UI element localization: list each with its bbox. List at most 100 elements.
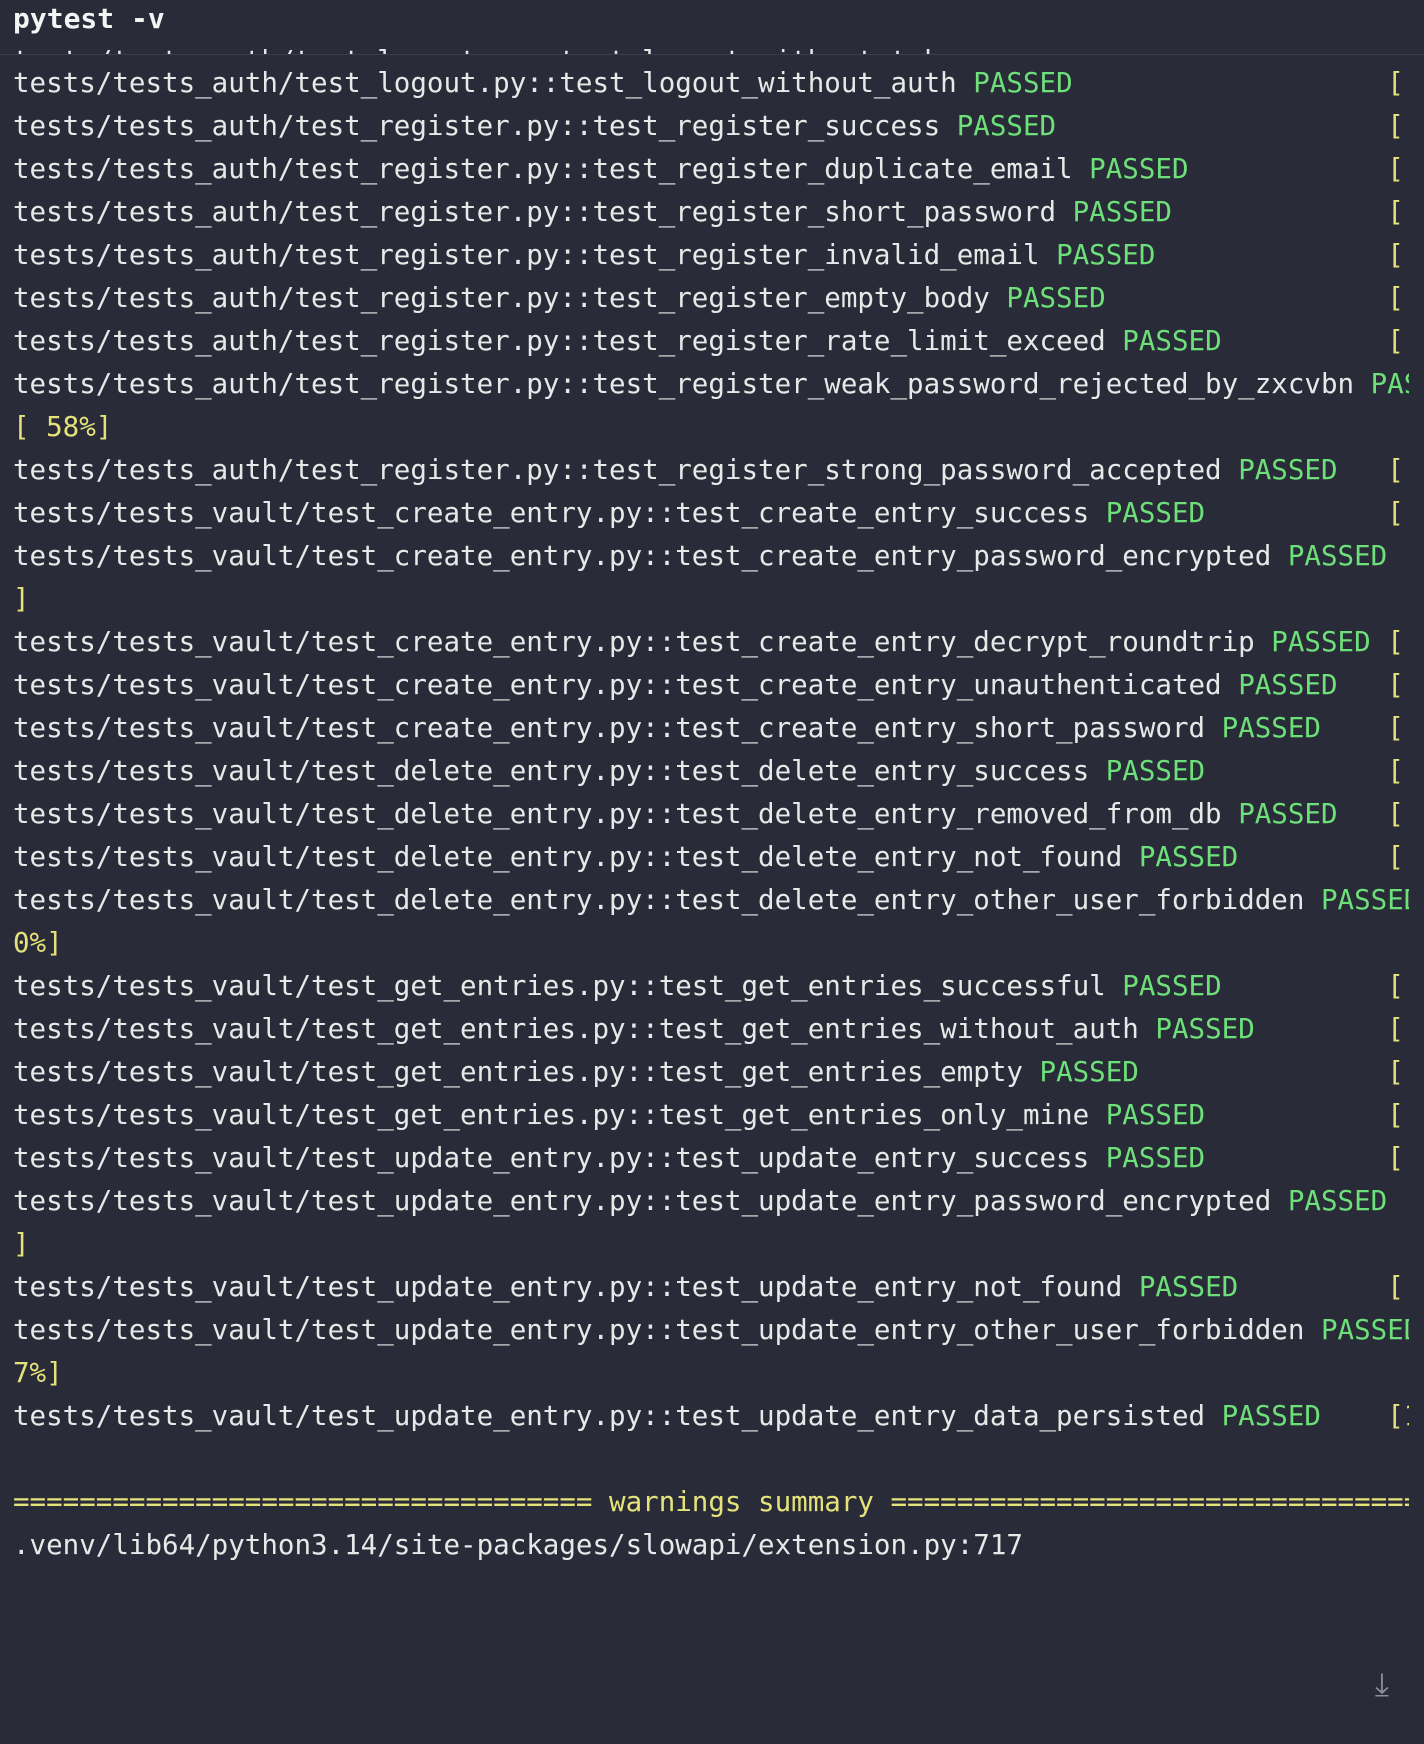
test-path: tests/tests_vault/test_create_entry.py::…	[13, 497, 1090, 529]
test-progress: [ 69%]	[1387, 669, 1404, 701]
test-status: PASSED	[1320, 884, 1409, 916]
test-progress: [100%]	[1387, 1400, 1409, 1432]
test-progress: [ 95%]	[1387, 1271, 1404, 1303]
test-status: PASSED	[973, 67, 1073, 99]
test-path: tests/tests_auth/test_logout.py::test_lo…	[13, 67, 957, 99]
test-result-row: tests/tests_vault/test_create_entry.py::…	[13, 621, 1409, 664]
test-progress: [ 78%]	[1387, 841, 1404, 873]
test-status: PASSED	[1287, 540, 1388, 572]
test-path: tests/tests_vault/test_create_entry.py::…	[13, 626, 1255, 658]
test-progress: ]	[13, 583, 30, 615]
test-path: tests/tests_vault/test_update_entry.py::…	[13, 1271, 1123, 1303]
test-progress: [ 58%]	[13, 411, 113, 443]
test-result-row: tests/tests_vault/test_update_entry.py::…	[13, 1137, 1409, 1180]
test-status: PASSED	[1006, 282, 1106, 314]
test-progress: [ 60%]	[1387, 454, 1404, 486]
test-progress: [ 63%]	[1387, 497, 1404, 529]
test-status: PASSED	[1238, 669, 1338, 701]
test-result-row: tests/tests_vault/test_update_entry.py::…	[13, 1180, 1409, 1266]
test-status: PASSED	[1122, 325, 1222, 357]
test-status: PASSED	[1138, 841, 1239, 873]
test-result-row: tests/tests_vault/test_get_entries.py::t…	[13, 1008, 1409, 1051]
test-progress: [ 91%]	[1387, 1142, 1404, 1174]
test-path: tests/tests_auth/test_register.py::test_…	[13, 454, 1222, 486]
test-result-row: tests/tests_vault/test_get_entries.py::t…	[13, 1094, 1409, 1137]
test-path: tests/tests_vault/test_update_entry.py::…	[13, 1314, 1321, 1346]
test-path: tests/tests_auth/test_register.py::test_…	[13, 325, 1106, 357]
test-progress: [ 67%]	[1387, 626, 1404, 658]
test-result-row: tests/tests_auth/test_register.py::test_…	[13, 234, 1409, 277]
warnings-summary-header: =================================== warn…	[13, 1486, 1409, 1518]
test-result-row: tests/tests_auth/test_register.py::test_…	[13, 277, 1409, 320]
test-status: PASSED	[1122, 970, 1222, 1002]
test-path: tests/tests_vault/test_update_entry.py::…	[13, 1142, 1090, 1174]
test-status: PASSED	[1271, 626, 1371, 658]
test-path: tests/tests_vault/test_delete_entry.py::…	[13, 755, 1090, 787]
scroll-to-bottom-icon[interactable]: ⤓	[1364, 1664, 1400, 1704]
test-path: tests/tests_vault/test_get_entries.py::t…	[13, 1099, 1090, 1131]
test-result-row: tests/tests_auth/test_register.py::test_…	[13, 191, 1409, 234]
test-status: PASSED	[1105, 1142, 1206, 1174]
test-result-row: tests/tests_vault/test_update_entry.py::…	[13, 1309, 1409, 1395]
command-title: pytest -v	[13, 2, 165, 35]
test-result-row: tests/tests_auth/test_register.py::test_…	[13, 449, 1409, 492]
test-path: tests/tests_vault/test_get_entries.py::t…	[13, 1056, 1023, 1088]
test-result-row: tests/tests_auth/test_logout.py::test_lo…	[13, 62, 1409, 105]
test-status: PASSED	[1221, 1400, 1321, 1432]
test-path: tests/tests_vault/test_update_entry.py::…	[13, 1400, 1206, 1432]
test-progress: [ 71%]	[1387, 712, 1404, 744]
test-path: tests/tests_vault/test_get_entries.py::t…	[13, 1013, 1139, 1045]
test-result-row: tests/tests_vault/test_delete_entry.py::…	[13, 879, 1409, 965]
test-progress: [ 47%]	[1387, 153, 1404, 185]
test-progress: [ 76%]	[1387, 798, 1404, 830]
test-status: PASSED	[1221, 712, 1321, 744]
test-progress: [ 56%]	[1387, 325, 1404, 357]
test-status: PASSED	[1287, 1185, 1388, 1217]
test-path: tests/tests_auth/test_register.py::test_…	[13, 239, 1040, 271]
test-status: PASSED	[1089, 153, 1189, 185]
test-path: tests/tests_auth/test_register.py::test_…	[13, 110, 941, 142]
test-status: PASSED	[1238, 454, 1338, 486]
test-result-row: tests/tests_vault/test_get_entries.py::t…	[13, 965, 1409, 1008]
terminal-title-bar: tests/tests_auth/test_logout.py::test_lo…	[0, 0, 1424, 55]
test-result-row: tests/tests_vault/test_update_entry.py::…	[13, 1395, 1409, 1438]
test-status: PASSED	[1072, 196, 1172, 228]
test-status: PASSED	[1039, 1056, 1139, 1088]
test-result-row: tests/tests_vault/test_create_entry.py::…	[13, 664, 1409, 707]
test-path: tests/tests_vault/test_create_entry.py::…	[13, 712, 1206, 744]
cutoff-output-line: tests/tests_auth/test_logout.py::test_lo…	[13, 40, 973, 54]
test-progress: [ 93%	[1404, 1185, 1409, 1217]
test-path: tests/tests_vault/test_delete_entry.py::…	[13, 841, 1123, 873]
test-path: tests/tests_vault/test_get_entries.py::t…	[13, 970, 1106, 1002]
test-progress: [ 52%]	[1387, 239, 1404, 271]
test-result-row: tests/tests_vault/test_delete_entry.py::…	[13, 793, 1409, 836]
test-progress: [ 89%]	[1387, 1099, 1404, 1131]
test-status: PASSED	[1155, 1013, 1255, 1045]
test-progress: 0%]	[13, 927, 63, 959]
test-result-row: tests/tests_vault/test_delete_entry.py::…	[13, 836, 1409, 879]
test-status: PASSED	[1238, 798, 1338, 830]
test-result-row: tests/tests_auth/test_register.py::test_…	[13, 105, 1409, 148]
test-progress: [ 73%]	[1387, 755, 1404, 787]
test-path: tests/tests_auth/test_register.py::test_…	[13, 153, 1073, 185]
test-progress: [ 43%]	[1387, 67, 1404, 99]
warning-source-path: .venv/lib64/python3.14/site-packages/slo…	[13, 1529, 1023, 1561]
test-status: PASSED	[1105, 497, 1206, 529]
test-result-row: tests/tests_vault/test_create_entry.py::…	[13, 535, 1409, 621]
test-result-row: tests/tests_vault/test_create_entry.py::…	[13, 707, 1409, 750]
test-status: PASSED	[1056, 239, 1156, 271]
test-progress: [ 45%]	[1387, 110, 1404, 142]
test-result-row: tests/tests_auth/test_register.py::test_…	[13, 363, 1409, 449]
test-path: tests/tests_auth/test_register.py::test_…	[13, 196, 1057, 228]
test-path: tests/tests_vault/test_update_entry.py::…	[13, 1185, 1288, 1217]
terminal-output[interactable]: tests/tests_auth/test_logout.py::test_lo…	[13, 62, 1409, 1567]
test-result-row: tests/tests_vault/test_update_entry.py::…	[13, 1266, 1409, 1309]
test-result-row: tests/tests_vault/test_delete_entry.py::…	[13, 750, 1409, 793]
test-path: tests/tests_auth/test_register.py::test_…	[13, 282, 990, 314]
test-progress: ]	[13, 1228, 30, 1260]
test-status: PASSED	[1105, 1099, 1206, 1131]
test-path: tests/tests_vault/test_create_entry.py::…	[13, 540, 1288, 572]
test-progress: [ 82%]	[1387, 970, 1404, 1002]
test-path: tests/tests_auth/test_register.py::test_…	[13, 368, 1371, 400]
